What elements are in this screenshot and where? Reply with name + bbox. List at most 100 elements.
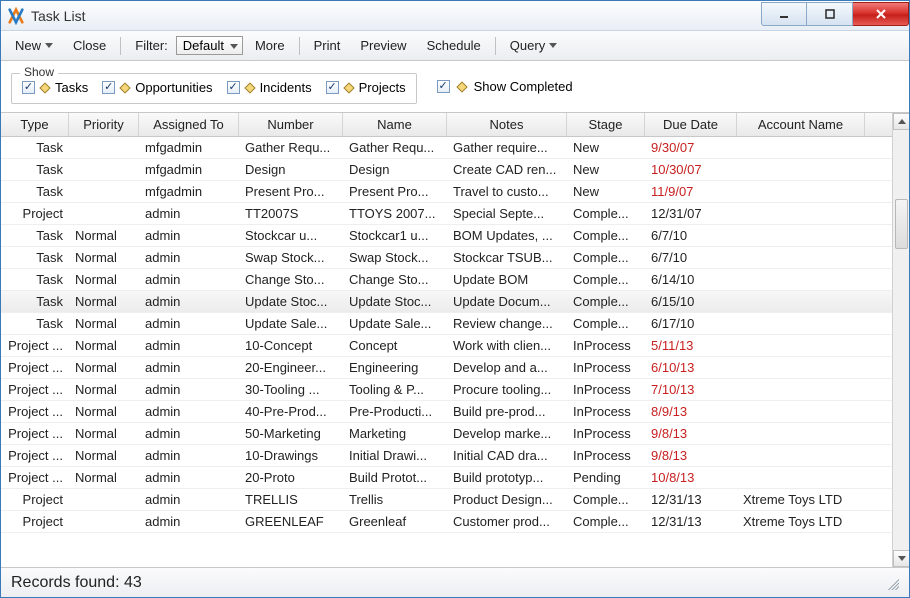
cell-priority: Normal	[69, 401, 139, 422]
resize-handle-icon[interactable]	[885, 576, 899, 590]
schedule-button[interactable]: Schedule	[419, 35, 489, 56]
cell-notes: Create CAD ren...	[447, 159, 567, 180]
new-button[interactable]: New	[7, 35, 61, 56]
preview-button[interactable]: Preview	[352, 35, 414, 56]
table-row[interactable]: TaskmfgadminGather Requ...Gather Requ...…	[1, 137, 892, 159]
print-button[interactable]: Print	[306, 35, 349, 56]
window-title: Task List	[31, 8, 761, 24]
table-row[interactable]: Project ...Normaladmin20-Engineer...Engi…	[1, 357, 892, 379]
cell-account: Xtreme Toys LTD	[737, 511, 865, 532]
table-row[interactable]: TaskNormaladminUpdate Sale...Update Sale…	[1, 313, 892, 335]
status-bar: Records found: 43	[1, 567, 909, 597]
col-notes[interactable]: Notes	[447, 113, 567, 136]
query-button[interactable]: Query	[502, 35, 565, 56]
vertical-scrollbar[interactable]	[892, 113, 909, 567]
incidents-label: Incidents	[260, 80, 312, 95]
cell-assigned: admin	[139, 291, 239, 312]
table-row[interactable]: TaskNormaladminUpdate Stoc...Update Stoc…	[1, 291, 892, 313]
cell-priority	[69, 181, 139, 202]
cell-priority: Normal	[69, 269, 139, 290]
tasks-checkbox[interactable]: Tasks	[22, 80, 88, 95]
cell-stage: Comple...	[567, 313, 645, 334]
table-row[interactable]: Project ...Normaladmin10-ConceptConceptW…	[1, 335, 892, 357]
cell-priority: Normal	[69, 247, 139, 268]
cell-type: Project ...	[1, 401, 69, 422]
table-row[interactable]: TaskmfgadminDesignDesignCreate CAD ren..…	[1, 159, 892, 181]
cell-number: Present Pro...	[239, 181, 343, 202]
cell-type: Project	[1, 203, 69, 224]
cell-stage: InProcess	[567, 379, 645, 400]
opportunities-checkbox[interactable]: Opportunities	[102, 80, 212, 95]
cell-type: Project	[1, 511, 69, 532]
col-type[interactable]: Type	[1, 113, 69, 136]
table-row[interactable]: Project ...Normaladmin20-ProtoBuild Prot…	[1, 467, 892, 489]
grid-body[interactable]: TaskmfgadminGather Requ...Gather Requ...…	[1, 137, 892, 567]
app-icon	[7, 7, 25, 25]
scroll-thumb[interactable]	[895, 199, 908, 249]
cell-type: Task	[1, 313, 69, 334]
table-row[interactable]: ProjectadminGREENLEAFGreenleafCustomer p…	[1, 511, 892, 533]
cell-account	[737, 181, 865, 202]
col-priority[interactable]: Priority	[69, 113, 139, 136]
table-row[interactable]: ProjectadminTRELLISTrellisProduct Design…	[1, 489, 892, 511]
cell-stage: Comple...	[567, 511, 645, 532]
table-row[interactable]: Project ...Normaladmin50-MarketingMarket…	[1, 423, 892, 445]
col-due[interactable]: Due Date	[645, 113, 737, 136]
cell-notes: Gather require...	[447, 137, 567, 158]
cell-due: 10/8/13	[645, 467, 737, 488]
table-row[interactable]: TaskNormaladminStockcar u...Stockcar1 u.…	[1, 225, 892, 247]
cell-assigned: admin	[139, 313, 239, 334]
cell-name: Update Stoc...	[343, 291, 447, 312]
separator	[299, 37, 300, 55]
col-number[interactable]: Number	[239, 113, 343, 136]
cell-assigned: admin	[139, 401, 239, 422]
cell-notes: Procure tooling...	[447, 379, 567, 400]
close-button[interactable]: Close	[65, 35, 114, 56]
table-row[interactable]: Project ...Normaladmin10-DrawingsInitial…	[1, 445, 892, 467]
cell-notes: Special Septe...	[447, 203, 567, 224]
new-label: New	[15, 38, 41, 53]
cell-account	[737, 423, 865, 444]
show-completed-checkbox[interactable]: Show Completed	[437, 79, 573, 94]
cell-number: 10-Concept	[239, 335, 343, 356]
incidents-checkbox[interactable]: Incidents	[227, 80, 312, 95]
maximize-button[interactable]	[807, 2, 853, 26]
cell-name: Initial Drawi...	[343, 445, 447, 466]
cell-type: Task	[1, 137, 69, 158]
cell-due: 12/31/13	[645, 511, 737, 532]
table-row[interactable]: ProjectadminTT2007STTOYS 2007...Special …	[1, 203, 892, 225]
col-stage[interactable]: Stage	[567, 113, 645, 136]
cell-due: 11/9/07	[645, 181, 737, 202]
cell-assigned: mfgadmin	[139, 137, 239, 158]
cell-notes: Initial CAD dra...	[447, 445, 567, 466]
cell-assigned: admin	[139, 357, 239, 378]
scroll-up-button[interactable]	[893, 113, 909, 130]
cell-priority	[69, 159, 139, 180]
table-row[interactable]: Project ...Normaladmin40-Pre-Prod...Pre-…	[1, 401, 892, 423]
table-row[interactable]: TaskmfgadminPresent Pro...Present Pro...…	[1, 181, 892, 203]
scroll-down-button[interactable]	[893, 550, 909, 567]
cell-assigned: admin	[139, 445, 239, 466]
cell-priority: Normal	[69, 291, 139, 312]
close-window-button[interactable]	[853, 2, 909, 26]
filter-select[interactable]: Default	[176, 36, 243, 55]
table-row[interactable]: Project ...Normaladmin30-Tooling ...Tool…	[1, 379, 892, 401]
cell-name: Trellis	[343, 489, 447, 510]
cell-due: 12/31/07	[645, 203, 737, 224]
table-row[interactable]: TaskNormaladminSwap Stock...Swap Stock..…	[1, 247, 892, 269]
cell-due: 6/15/10	[645, 291, 737, 312]
projects-checkbox[interactable]: Projects	[326, 80, 406, 95]
col-assigned[interactable]: Assigned To	[139, 113, 239, 136]
cell-account	[737, 467, 865, 488]
col-name[interactable]: Name	[343, 113, 447, 136]
more-button[interactable]: More	[247, 35, 293, 56]
pin-icon	[244, 82, 255, 93]
checkbox-icon	[22, 81, 35, 94]
minimize-button[interactable]	[761, 2, 807, 26]
cell-type: Task	[1, 247, 69, 268]
col-account[interactable]: Account Name	[737, 113, 865, 136]
table-row[interactable]: TaskNormaladminChange Sto...Change Sto..…	[1, 269, 892, 291]
opportunities-label: Opportunities	[135, 80, 212, 95]
cell-name: Concept	[343, 335, 447, 356]
cell-account	[737, 269, 865, 290]
